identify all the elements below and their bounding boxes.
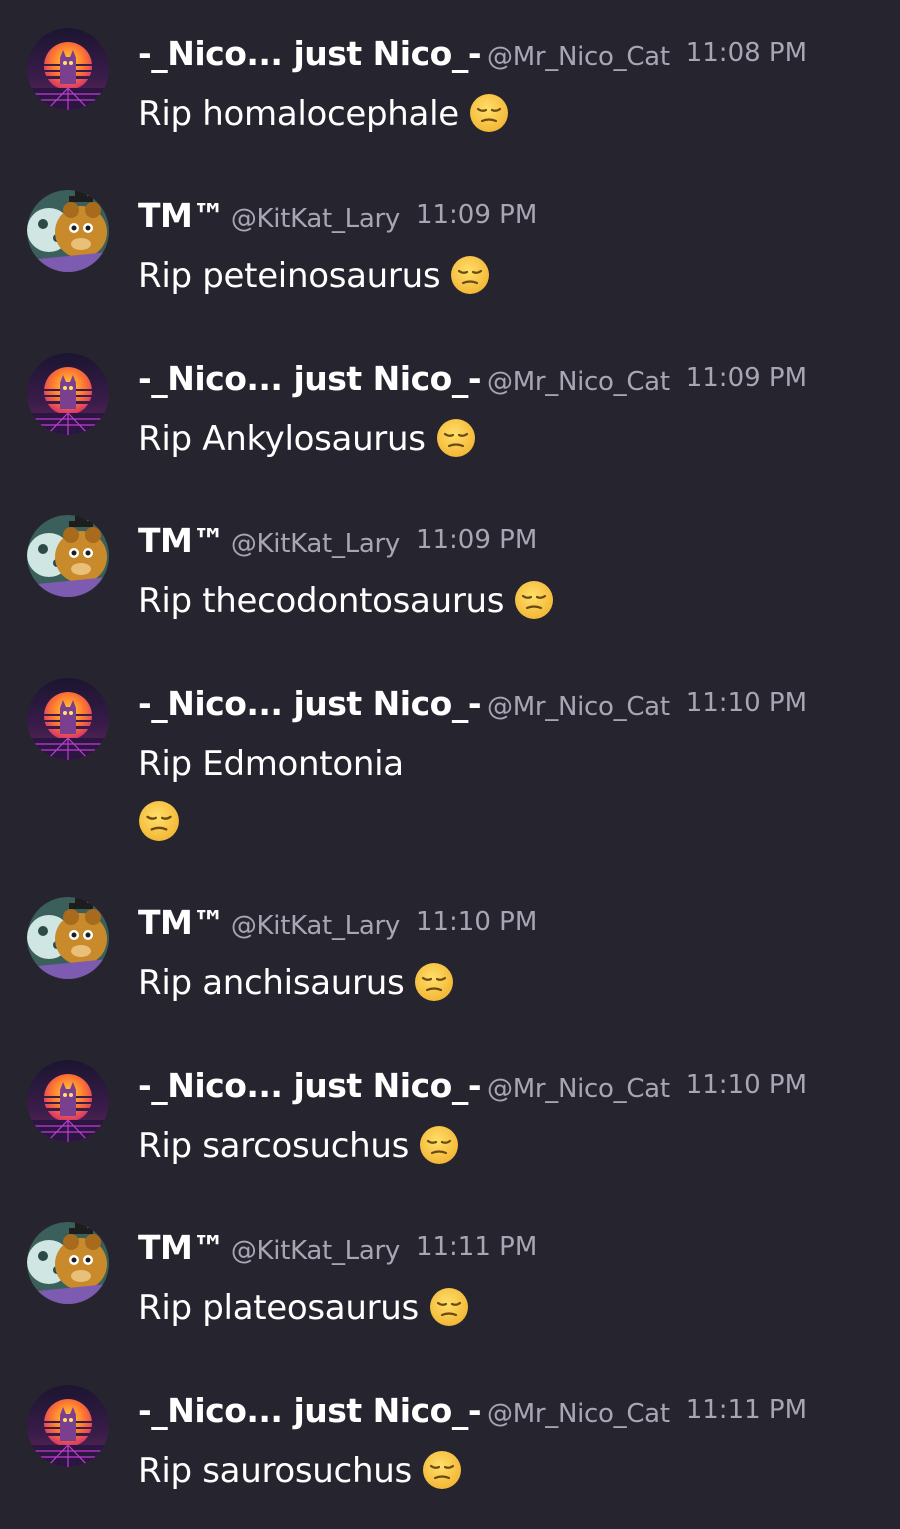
message-text-content: Rip plateosaurus xyxy=(138,1288,419,1328)
message-text-content: Rip sarcosuchus xyxy=(138,1126,410,1166)
timestamp: 11:08 PM xyxy=(685,38,808,68)
synthwave-cat-avatar-icon[interactable] xyxy=(27,1385,109,1467)
message-item: TM™ @KitKat_Lary 11:11 PM Rip plateosaurus xyxy=(0,1194,900,1344)
message-text: Rip Edmontonia xyxy=(138,738,404,790)
pensive-face-emoji-icon xyxy=(420,1126,459,1164)
message-header: TM™ @KitKat_Lary 11:09 PM xyxy=(138,194,537,238)
timestamp: 11:11 PM xyxy=(685,1395,808,1425)
timestamp: 11:10 PM xyxy=(685,1070,808,1100)
message-text: Rip thecodontosaurus xyxy=(138,575,554,627)
author-name[interactable]: TM™ xyxy=(138,196,225,235)
author-name[interactable]: -_Nico... just Nico_- xyxy=(138,34,482,73)
message-text: Rip plateosaurus xyxy=(138,1282,469,1334)
message-text: Rip Ankylosaurus xyxy=(138,413,476,465)
message-item: -_Nico... just Nico_- @Mr_Nico_Cat 11:08 P… xyxy=(0,0,900,150)
timestamp: 11:10 PM xyxy=(685,688,808,718)
message-text: Rip anchisaurus xyxy=(138,957,454,1009)
author-handle[interactable]: @Mr_Nico_Cat xyxy=(487,42,670,72)
timestamp: 11:09 PM xyxy=(415,525,538,555)
author-handle[interactable]: @Mr_Nico_Cat xyxy=(487,1074,670,1104)
message-text: Rip saurosuchus xyxy=(138,1445,462,1497)
author-handle[interactable]: @KitKat_Lary xyxy=(231,911,400,941)
author-handle[interactable]: @Mr_Nico_Cat xyxy=(487,1399,670,1429)
message-text-content: Rip homalocephale xyxy=(138,94,459,134)
author-handle[interactable]: @Mr_Nico_Cat xyxy=(487,692,670,722)
animatronic-bear-avatar-icon[interactable] xyxy=(27,1222,109,1304)
message-header: TM™ @KitKat_Lary 11:11 PM xyxy=(138,1226,537,1270)
message-item: TM™ @KitKat_Lary 11:10 PM Rip anchisaurus xyxy=(0,869,900,1019)
animatronic-bear-avatar-icon[interactable] xyxy=(27,897,109,979)
animatronic-bear-avatar-icon[interactable] xyxy=(27,515,109,597)
author-name[interactable]: TM™ xyxy=(138,903,225,942)
message-header: -_Nico... just Nico_- @Mr_Nico_Cat 11:11 P… xyxy=(138,1389,807,1433)
message-text-content: Rip thecodontosaurus xyxy=(138,581,505,621)
author-name[interactable]: -_Nico... just Nico_- xyxy=(138,684,482,723)
synthwave-cat-avatar-icon[interactable] xyxy=(27,678,109,760)
message-header: -_Nico... just Nico_- @Mr_Nico_Cat 11:09 P… xyxy=(138,357,807,401)
message-text: Rip peteinosaurus xyxy=(138,250,490,302)
pensive-face-emoji-icon xyxy=(436,419,475,457)
author-name[interactable]: -_Nico... just Nico_- xyxy=(138,359,482,398)
author-handle[interactable]: @KitKat_Lary xyxy=(231,1236,400,1266)
pensive-face-emoji-icon xyxy=(429,1288,468,1326)
message-header: TM™ @KitKat_Lary 11:10 PM xyxy=(138,901,537,945)
message-text: Rip sarcosuchus xyxy=(138,1120,459,1172)
message-header: -_Nico... just Nico_- @Mr_Nico_Cat 11:08 P… xyxy=(138,32,807,76)
message-text: Rip homalocephale xyxy=(138,88,509,140)
pensive-face-emoji-icon xyxy=(469,94,508,132)
message-text-content: Rip peteinosaurus xyxy=(138,256,441,296)
message-text-content: Rip anchisaurus xyxy=(138,963,405,1003)
message-text-content: Rip saurosuchus xyxy=(138,1451,412,1491)
author-name[interactable]: -_Nico... just Nico_- xyxy=(138,1066,482,1105)
message-item: -_Nico... just Nico_- @Mr_Nico_Cat 11:10 P… xyxy=(0,650,900,860)
message-header: -_Nico... just Nico_- @Mr_Nico_Cat 11:10 P… xyxy=(138,682,807,726)
message-text-content: Rip Ankylosaurus xyxy=(138,419,426,459)
author-name[interactable]: TM™ xyxy=(138,521,225,560)
synthwave-cat-avatar-icon[interactable] xyxy=(27,353,109,435)
author-name[interactable]: -_Nico... just Nico_- xyxy=(138,1391,482,1430)
message-item: TM™ @KitKat_Lary 11:09 PM Rip peteinosauru… xyxy=(0,162,900,312)
timestamp: 11:09 PM xyxy=(685,363,808,393)
author-handle[interactable]: @KitKat_Lary xyxy=(231,204,400,234)
pensive-face-emoji-icon xyxy=(415,963,454,1001)
pensive-face-emoji-icon xyxy=(139,801,179,841)
pensive-face-emoji-icon xyxy=(422,1451,461,1489)
message-header: -_Nico... just Nico_- @Mr_Nico_Cat 11:10 P… xyxy=(138,1064,807,1108)
message-text-content: Rip Edmontonia xyxy=(138,744,404,784)
pensive-face-emoji-icon xyxy=(451,256,490,294)
author-handle[interactable]: @KitKat_Lary xyxy=(231,529,400,559)
message-item: TM™ @KitKat_Lary 11:09 PM Rip thecodontosa… xyxy=(0,487,900,637)
message-item: -_Nico... just Nico_- @Mr_Nico_Cat 11:11 P… xyxy=(0,1357,900,1507)
message-item: -_Nico... just Nico_- @Mr_Nico_Cat 11:09 P… xyxy=(0,325,900,475)
timestamp: 11:10 PM xyxy=(415,907,538,937)
message-header: TM™ @KitKat_Lary 11:09 PM xyxy=(138,519,537,563)
timestamp: 11:09 PM xyxy=(415,200,538,230)
timestamp: 11:11 PM xyxy=(415,1232,538,1262)
message-item: -_Nico... just Nico_- @Mr_Nico_Cat 11:10 P… xyxy=(0,1032,900,1182)
synthwave-cat-avatar-icon[interactable] xyxy=(27,28,109,110)
author-handle[interactable]: @Mr_Nico_Cat xyxy=(487,367,670,397)
animatronic-bear-avatar-icon[interactable] xyxy=(27,190,109,272)
author-name[interactable]: TM™ xyxy=(138,1228,225,1267)
pensive-face-emoji-icon xyxy=(515,581,554,619)
synthwave-cat-avatar-icon[interactable] xyxy=(27,1060,109,1142)
chat-log: -_Nico... just Nico_- @Mr_Nico_Cat 11:08 P… xyxy=(0,0,900,1529)
